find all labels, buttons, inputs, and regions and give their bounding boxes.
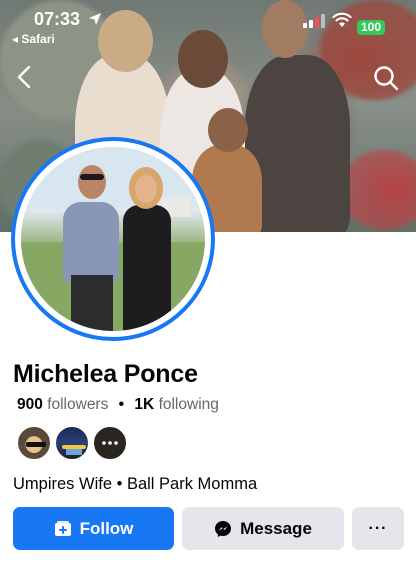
stats-separator: • xyxy=(118,396,125,413)
more-options-button[interactable]: ··· xyxy=(352,507,404,550)
followers-link[interactable]: 900 followers xyxy=(17,396,108,413)
profile-bio: Umpires Wife • Ball Park Momma xyxy=(13,475,258,493)
follow-label: Follow xyxy=(79,518,134,538)
follow-button[interactable]: Follow xyxy=(13,507,174,550)
messenger-icon xyxy=(215,520,232,537)
status-bar: 07:33 ◂ Safari 100 xyxy=(0,0,416,48)
add-friend-icon xyxy=(54,520,71,536)
mutual-friend-avatar[interactable] xyxy=(54,425,90,461)
followers-count: 900 xyxy=(17,396,43,413)
chevron-left-icon[interactable] xyxy=(12,64,38,90)
location-arrow-icon xyxy=(89,13,101,25)
followers-label: followers xyxy=(47,396,109,413)
battery-indicator: 100 xyxy=(357,20,385,35)
wifi-icon xyxy=(332,12,352,27)
mutual-friend-avatar[interactable] xyxy=(16,425,52,461)
following-label: following xyxy=(158,396,219,413)
following-count: 1K xyxy=(134,396,155,413)
profile-stats: 900 followers • 1K following xyxy=(17,396,219,414)
following-link[interactable]: 1K following xyxy=(134,396,218,413)
avatar[interactable] xyxy=(11,137,215,341)
profile-name: Michelea Ponce xyxy=(13,360,198,388)
more-mutual-friends-icon[interactable] xyxy=(92,425,128,461)
message-button[interactable]: Message xyxy=(182,507,344,550)
signal-icon xyxy=(303,14,325,28)
more-options-icon: ··· xyxy=(368,519,388,537)
status-time: 07:33 xyxy=(34,9,81,29)
message-label: Message xyxy=(240,518,312,538)
profile-picture xyxy=(21,147,205,331)
search-icon[interactable] xyxy=(372,64,400,92)
back-to-safari-link[interactable]: ◂ Safari xyxy=(12,32,55,46)
